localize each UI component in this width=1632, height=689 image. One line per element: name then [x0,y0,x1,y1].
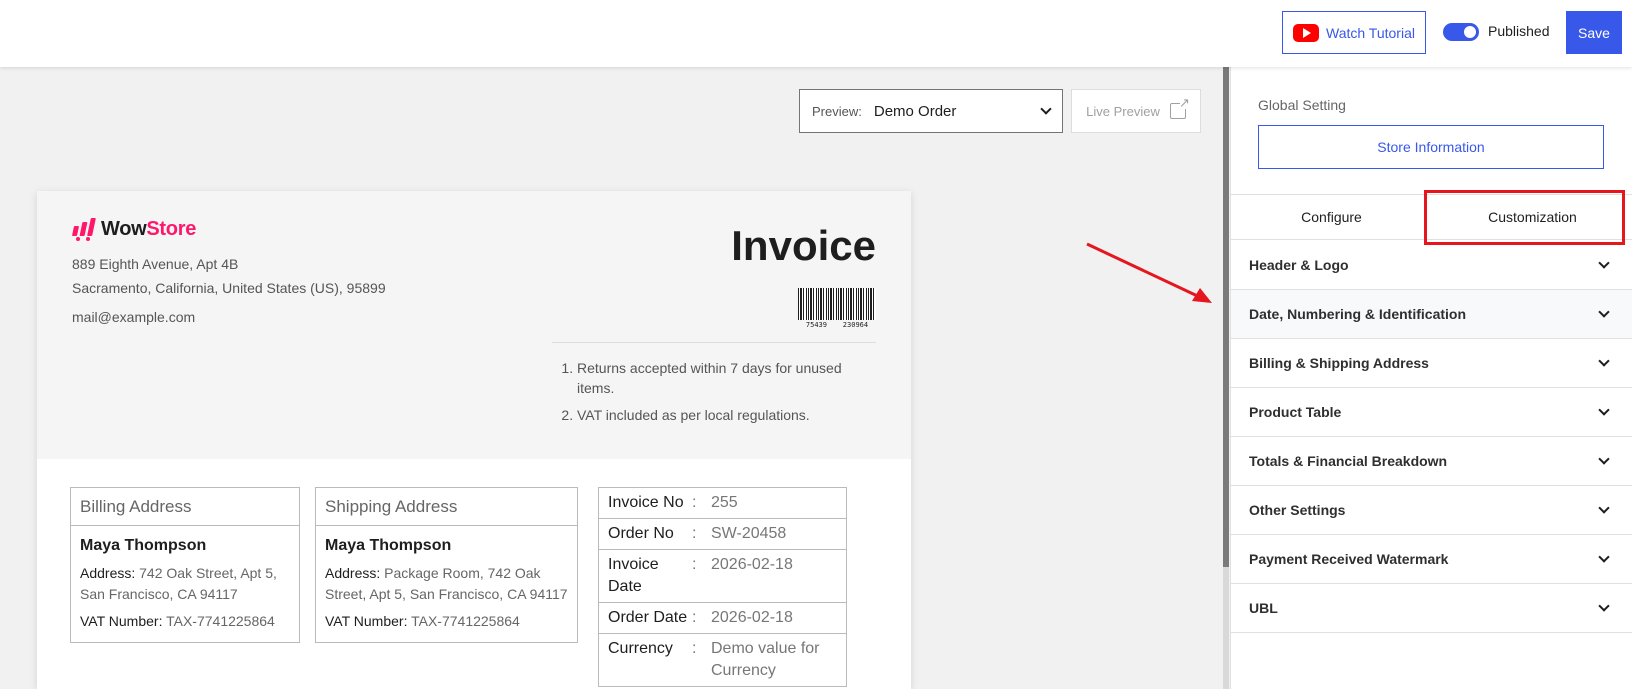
preview-selected-value: Demo Order [873,102,957,120]
invoice-notes: Returns accepted within 7 days for unuse… [577,358,877,432]
published-toggle[interactable] [1443,23,1479,41]
shipping-address-heading: Shipping Address [316,488,577,526]
meta-row-order-no: Order No: SW-20458 [599,519,846,550]
panel-scrollbar-thumb[interactable] [1223,67,1229,567]
live-preview-label: Live Preview [1086,103,1160,119]
note-item: VAT included as per local regulations. [577,405,877,425]
highlight-box [1424,190,1625,245]
shipping-name: Maya Thompson [325,537,452,554]
chevron-down-icon [1598,600,1610,612]
section-billing-shipping[interactable]: Billing & Shipping Address [1231,339,1632,388]
note-item: Returns accepted within 7 days for unuse… [577,358,877,398]
chevron-down-icon [1598,551,1610,563]
chevron-down-icon [1598,306,1610,318]
watch-tutorial-label: Watch Tutorial [1326,24,1415,41]
billing-address-heading: Billing Address [71,488,299,526]
billing-address-box: Billing Address Maya Thompson Address: 7… [70,487,300,643]
divider [552,342,876,343]
store-address-line2: Sacramento, California, United States (U… [72,280,386,296]
section-date-numbering[interactable]: Date, Numbering & Identification [1231,290,1632,339]
invoice-header: WowStore 889 Eighth Avenue, Apt 4B Sacra… [37,191,911,459]
settings-panel: Global Setting Store Information Configu… [1230,67,1632,689]
store-logo: WowStore [71,217,197,241]
meta-row-currency: Currency: Demo value for Currency [608,640,820,679]
billing-vat: VAT Number: TAX-7741225864 [80,613,275,629]
section-header-logo[interactable]: Header & Logo [1231,241,1632,290]
youtube-icon [1293,23,1320,42]
preview-select[interactable]: Preview: Demo Order [799,89,1063,133]
published-label: Published [1488,23,1550,39]
global-setting-label: Global Setting [1258,97,1346,113]
barcode: 75439 230964 [798,288,876,329]
store-email: mail@example.com [72,309,196,325]
chevron-down-icon [1598,502,1610,514]
chevron-down-icon [1598,404,1610,416]
shipping-address: Address: Package Room, 742 Oak Street, A… [325,565,568,602]
chevron-down-icon [1040,103,1052,115]
watch-tutorial-button[interactable]: Watch Tutorial [1282,11,1426,54]
section-totals[interactable]: Totals & Financial Breakdown [1231,437,1632,486]
billing-address: Address: 742 Oak Street, Apt 5, San Fran… [80,565,277,602]
section-ubl[interactable]: UBL [1231,584,1632,633]
invoice-meta-table: Invoice No:255 Order No: SW-20458 Invoice… [598,487,847,687]
section-product-table[interactable]: Product Table [1231,388,1632,437]
cart-logo-icon [71,217,96,241]
meta-row-invoice-date: Invoice Date:2026-02-18 [599,550,846,603]
section-other-settings[interactable]: Other Settings [1231,486,1632,535]
shipping-address-box: Shipping Address Maya Thompson Address: … [315,487,578,643]
billing-name: Maya Thompson [80,537,207,554]
annotation-arrow [1086,242,1212,303]
meta-row-invoice-no: Invoice No:255 [599,488,846,519]
external-link-icon [1169,95,1190,119]
meta-row-order-date: Order Date:2026-02-18 [599,603,846,634]
invoice-preview: WowStore 889 Eighth Avenue, Apt 4B Sacra… [37,191,911,689]
shipping-vat: VAT Number: TAX-7741225864 [325,613,520,629]
chevron-down-icon [1598,453,1610,465]
chevron-down-icon [1598,257,1610,269]
save-button[interactable]: Save [1566,11,1622,54]
logo-text: WowStore [101,218,197,240]
invoice-title: Invoice [731,222,876,269]
live-preview-button[interactable]: Live Preview [1071,89,1201,133]
top-bar: Watch Tutorial Published Save [0,0,1632,67]
preview-label: Preview: [812,103,862,119]
chevron-down-icon [1598,355,1610,367]
store-address-line1: 889 Eighth Avenue, Apt 4B [72,256,239,272]
tab-configure[interactable]: Configure [1231,195,1432,239]
store-information-button[interactable]: Store Information [1258,125,1604,169]
section-payment-watermark[interactable]: Payment Received Watermark [1231,535,1632,584]
toggle-knob [1464,26,1476,38]
